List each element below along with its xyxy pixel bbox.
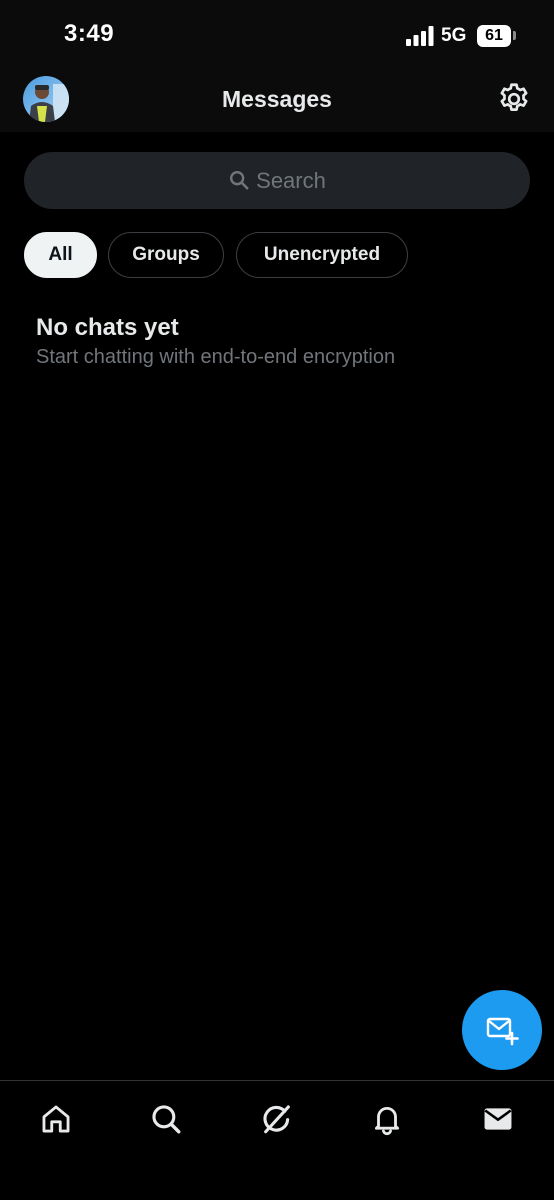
filter-chip-unencrypted[interactable]: Unencrypted (236, 232, 408, 278)
mail-icon (484, 1108, 512, 1130)
status-time: 3:49 (64, 20, 115, 47)
battery-icon: 61 (477, 25, 511, 47)
network-type: 5G (441, 25, 467, 46)
nav-home[interactable] (36, 1099, 76, 1139)
empty-state-subtitle: Start chatting with end-to-end encryptio… (36, 346, 396, 368)
nav-notifications[interactable] (367, 1099, 407, 1139)
search-icon (230, 170, 249, 190)
battery-tip (513, 31, 516, 40)
home-icon (42, 1105, 70, 1133)
new-message-button[interactable] (462, 990, 542, 1070)
bell-icon (374, 1107, 400, 1136)
nav-messages[interactable] (478, 1099, 518, 1139)
grok-icon (263, 1105, 290, 1134)
page-title: Messages (222, 86, 332, 112)
search-input[interactable]: Search (24, 152, 530, 209)
search-icon (152, 1105, 181, 1134)
nav-grok[interactable] (257, 1099, 297, 1139)
empty-state-title: No chats yet (36, 314, 179, 341)
status-bar: 3:49 5G 61 (0, 0, 554, 72)
nav-explore[interactable] (146, 1099, 186, 1139)
filter-chip-all[interactable]: All (24, 232, 97, 278)
header: Messages (0, 72, 554, 132)
new-message-icon (486, 1017, 519, 1046)
filter-chip-groups[interactable]: Groups (108, 232, 224, 278)
search-placeholder: Search (256, 167, 326, 193)
cellular-signal-icon (406, 26, 434, 46)
gear-icon[interactable] (496, 81, 532, 117)
bottom-nav (0, 1080, 554, 1200)
